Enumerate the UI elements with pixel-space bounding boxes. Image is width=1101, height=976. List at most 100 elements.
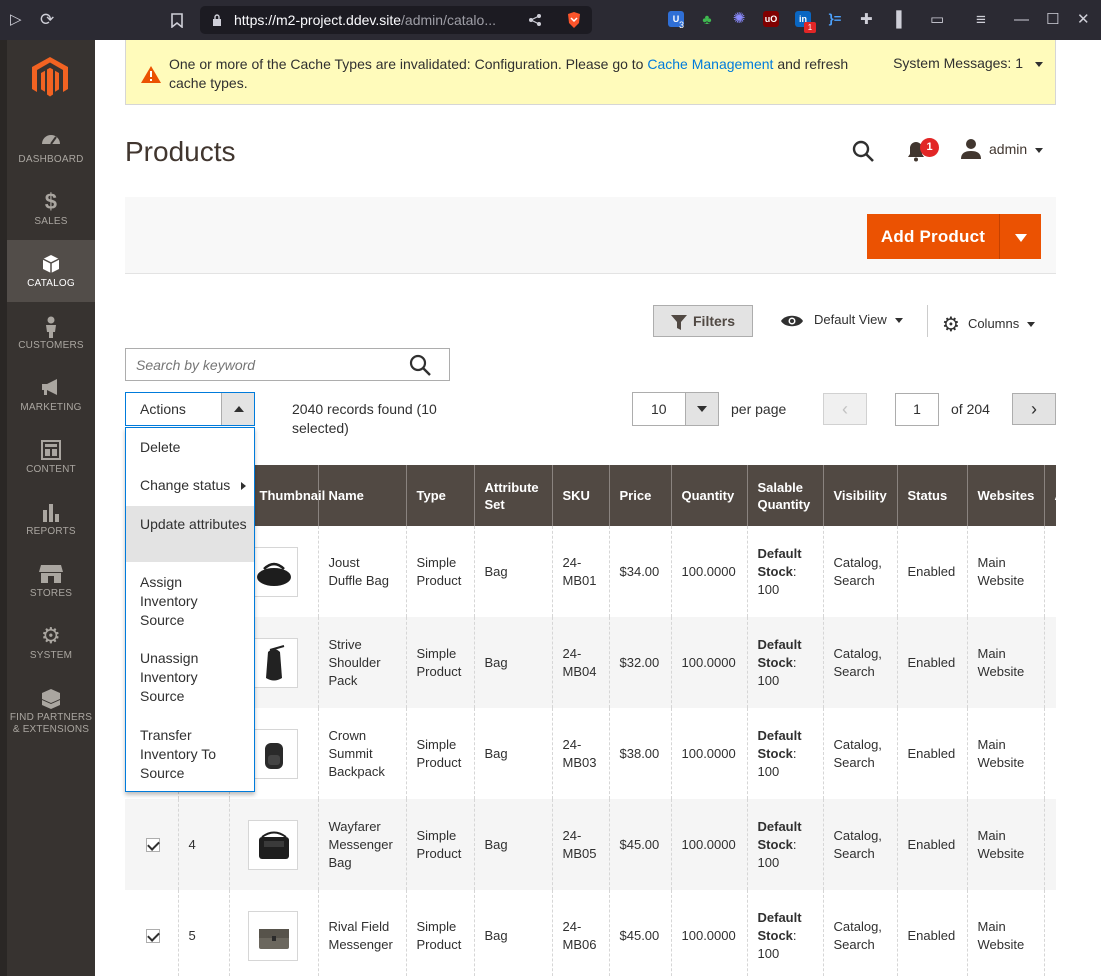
product-attribute-set: Bag	[474, 890, 553, 976]
next-page-button[interactable]: ›	[1012, 393, 1056, 425]
search-icon[interactable]	[409, 354, 431, 376]
mass-actions-dropdown[interactable]: Actions	[125, 392, 255, 426]
sidebar-item-reports[interactable]: REPORTS	[7, 488, 95, 550]
column-header-name[interactable]: Name	[318, 465, 407, 526]
product-thumbnail[interactable]	[247, 546, 298, 597]
submenu-arrow-icon	[241, 482, 246, 490]
table-row[interactable]: 5 Rival Field Messenger Simple Product Bag 2…	[125, 890, 1056, 976]
sidebar-item-partners[interactable]: FIND PARTNERS & EXTENSIONS	[7, 674, 95, 746]
product-thumbnail[interactable]	[247, 637, 298, 688]
bookmark-icon[interactable]	[171, 0, 183, 40]
per-page-select[interactable]: 10	[632, 392, 719, 426]
sidebar-item-marketing[interactable]: MARKETING	[7, 364, 95, 426]
search-icon[interactable]	[852, 140, 874, 162]
user-icon[interactable]	[960, 138, 982, 160]
product-price: $45.00	[609, 799, 672, 890]
menu-icon[interactable]: ≡	[976, 0, 986, 40]
table-row[interactable]: 1Joust Duffle BagSimple ProductBag24-MB0…	[125, 526, 1056, 617]
product-sku: 24-MB03	[552, 708, 610, 799]
sidebar-item-catalog[interactable]: CATALOG	[7, 240, 95, 302]
product-thumbnail[interactable]	[247, 910, 298, 961]
gear-extension-icon[interactable]: ✺	[731, 11, 747, 27]
ublock-extension-icon[interactable]: uO	[763, 11, 779, 27]
table-row[interactable]: 4 Wayfarer Messenger Bag Simple Product Bag…	[125, 799, 1056, 890]
close-window-icon[interactable]: ✕	[1077, 0, 1090, 40]
filters-label: Filters	[693, 313, 736, 329]
chevron-up-icon	[221, 393, 254, 425]
sidebar-toggle-icon[interactable]: ▷	[10, 0, 22, 40]
column-header-websites[interactable]: Websites	[967, 465, 1045, 526]
records-found: 2040 records found (10 selected)	[292, 401, 437, 436]
code-extension-icon[interactable]: }=	[827, 11, 843, 27]
cache-management-link[interactable]: Cache Management	[647, 56, 773, 72]
system-message-bar: One or more of the Cache Types are inval…	[125, 40, 1056, 105]
row-extra-cell	[1044, 890, 1056, 976]
evernote-extension-icon[interactable]: ♣	[699, 11, 715, 27]
sidebar-item-system[interactable]: ⚙ SYSTEM	[7, 612, 95, 674]
message-text-before: One or more of the Cache Types are inval…	[169, 56, 648, 72]
system-messages-toggle[interactable]: System Messages: 1	[893, 55, 1043, 71]
column-header-price[interactable]: Price	[609, 465, 672, 526]
product-thumbnail[interactable]	[247, 819, 298, 870]
sidebar-item-customers[interactable]: CUSTOMERS	[7, 302, 95, 364]
column-header-sku[interactable]: SKU	[552, 465, 610, 526]
sidebar-item-sales[interactable]: $ SALES	[7, 178, 95, 240]
row-checkbox[interactable]	[146, 837, 160, 852]
column-header-attribute-set[interactable]: Attribute Set	[474, 465, 553, 526]
action-assign-inventory-source[interactable]: Assign Inventory Source	[126, 573, 236, 630]
column-header-salable-quantity[interactable]: Salable Quantity	[747, 465, 824, 526]
product-id: 5	[178, 890, 230, 976]
keyword-search-input[interactable]	[126, 349, 406, 380]
product-status: Enabled	[897, 617, 968, 708]
action-delete[interactable]: Delete	[126, 438, 254, 460]
magento-logo[interactable]	[30, 55, 70, 99]
box-icon	[7, 254, 95, 274]
storefront-icon	[7, 564, 95, 584]
address-bar[interactable]: https://m2-project.ddev.site/admin/catal…	[200, 6, 592, 34]
action-change-status[interactable]: Change status	[126, 476, 254, 498]
product-type: Simple Product	[406, 617, 475, 708]
product-salable-quantity: Default Stock: 100	[747, 708, 824, 799]
keyword-search	[125, 348, 450, 381]
action-update-attributes[interactable]: Update attributes	[126, 506, 254, 562]
share-icon[interactable]	[528, 13, 542, 27]
maximize-icon[interactable]: ☐	[1046, 0, 1059, 40]
sidebar-item-content[interactable]: CONTENT	[7, 426, 95, 488]
extensions-puzzle-icon[interactable]: ✚	[860, 0, 873, 40]
product-thumbnail[interactable]	[247, 728, 298, 779]
sidebar-panel-icon[interactable]: ▐	[891, 0, 902, 40]
add-product-button[interactable]: Add Product	[867, 214, 999, 259]
previous-page-button[interactable]: ‹	[823, 393, 867, 425]
minimize-icon[interactable]: —	[1014, 0, 1029, 40]
product-price: $45.00	[609, 890, 672, 976]
reload-icon[interactable]: ⟳	[40, 0, 54, 40]
admin-user-menu[interactable]: admin	[989, 141, 1044, 157]
column-header-quantity[interactable]: Quantity	[671, 465, 748, 526]
table-row[interactable]: 3Crown Summit BackpackSimple ProductBag2…	[125, 708, 1056, 799]
add-product-split-toggle[interactable]	[999, 214, 1041, 259]
default-view-dropdown[interactable]: Default View	[780, 312, 903, 328]
layout-icon	[7, 440, 95, 460]
chevron-left-icon: ‹	[842, 399, 848, 419]
filters-button[interactable]: Filters	[653, 305, 753, 337]
sidebar-item-dashboard[interactable]: DASHBOARD	[7, 116, 95, 178]
view-label: Default View	[814, 312, 887, 327]
product-websites: Main Website	[967, 890, 1045, 976]
column-header-visibility[interactable]: Visibility	[823, 465, 898, 526]
columns-dropdown[interactable]: ⚙ Columns	[942, 312, 1036, 337]
brave-shield-icon[interactable]	[566, 11, 582, 29]
table-row[interactable]: 2Strive Shoulder PackSimple ProductBag24…	[125, 617, 1056, 708]
sidebar-item-stores[interactable]: STORES	[7, 550, 95, 612]
wallet-icon[interactable]: ▭	[930, 0, 944, 40]
lock-icon	[213, 14, 221, 26]
page-number-input[interactable]: 1	[895, 393, 939, 426]
column-header-status[interactable]: Status	[897, 465, 968, 526]
chevron-right-icon: ›	[1031, 399, 1037, 419]
action-transfer-inventory[interactable]: Transfer Inventory To Source	[126, 726, 244, 783]
action-unassign-inventory-source[interactable]: Unassign Inventory Source	[126, 649, 236, 706]
row-checkbox[interactable]	[146, 928, 160, 943]
product-price: $32.00	[609, 617, 672, 708]
column-header-more[interactable]: A	[1044, 465, 1056, 526]
column-header-type[interactable]: Type	[406, 465, 475, 526]
product-salable-quantity: Default Stock: 100	[747, 890, 824, 976]
